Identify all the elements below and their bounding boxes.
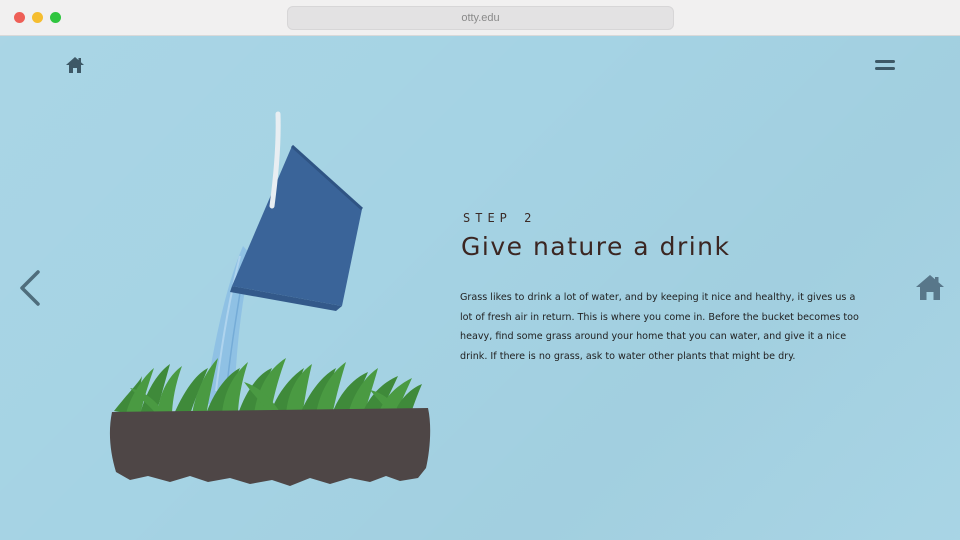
- browser-titlebar: otty.edu: [0, 0, 960, 36]
- maximize-window-button[interactable]: [50, 12, 61, 23]
- chevron-left-icon: [20, 270, 40, 306]
- address-bar[interactable]: otty.edu: [287, 6, 674, 30]
- step-description: Grass likes to drink a lot of water, and…: [460, 292, 859, 362]
- hamburger-menu-icon-line: [875, 67, 895, 70]
- browser-window: otty.edu STEP 2 Give nature a drink Gras…: [0, 0, 960, 540]
- step-title: Give nature a drink: [461, 232, 731, 261]
- bucket: [230, 144, 364, 311]
- close-window-button[interactable]: [14, 12, 25, 23]
- home-icon: [916, 275, 944, 300]
- grass: [114, 358, 422, 416]
- previous-step-button[interactable]: [16, 268, 44, 308]
- minimize-window-button[interactable]: [32, 12, 43, 23]
- next-step-button[interactable]: [914, 272, 946, 304]
- menu-button[interactable]: [874, 57, 896, 73]
- hamburger-menu-icon: [875, 60, 895, 63]
- soil: [109, 408, 431, 486]
- step-label: STEP 2: [463, 211, 537, 225]
- lesson-page: STEP 2 Give nature a drink Grass likes t…: [0, 36, 960, 540]
- home-button[interactable]: [64, 54, 86, 76]
- watering-illustration: [109, 111, 431, 486]
- home-icon: [66, 57, 84, 73]
